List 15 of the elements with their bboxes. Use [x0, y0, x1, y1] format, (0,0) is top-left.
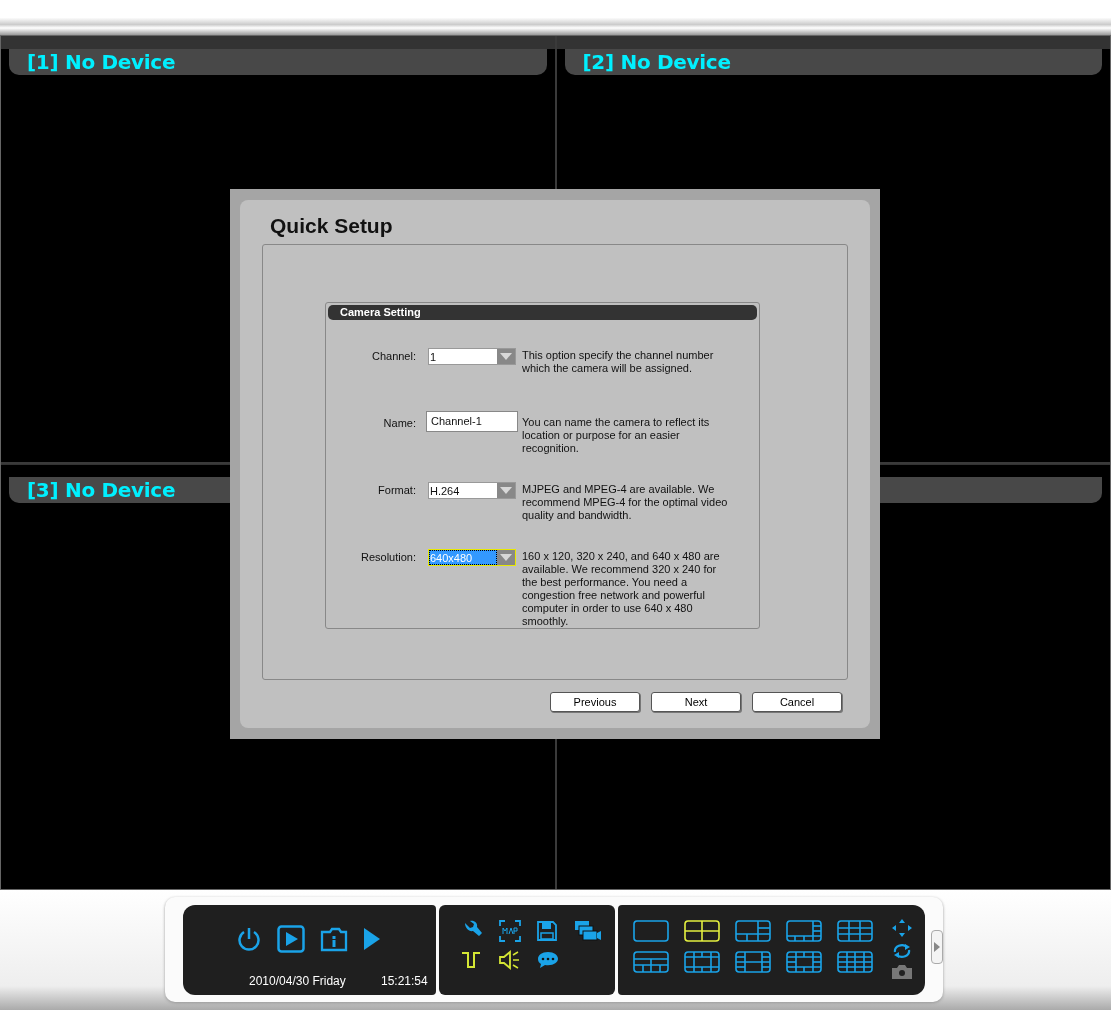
dialog-title: Quick Setup [269, 213, 394, 239]
cell-title: [1] No Device [27, 50, 176, 74]
field-label: Resolution: [359, 550, 416, 565]
field-description: This option specify the channel number which the camera will be assigned. [522, 348, 715, 376]
cell-title: [3] No Device [27, 477, 176, 502]
field-description: MJPEG and MPEG-4 are available. We recommend MPEG-4 for the optimal video quality and bandwidth. [522, 482, 729, 523]
cell-title: [2] No Device [582, 50, 731, 74]
field-label: Name: [382, 416, 416, 431]
time-text: 15:21:54 [380, 974, 428, 988]
field-label: Channel: [370, 349, 416, 364]
date-text: 2010/04/30 Friday [249, 974, 346, 988]
field-description: 160 x 120, 320 x 240, and 640 x 480 are available. We recommend 320 x 240 for the best performance. You need a congestion free network and powerful computer in order to use 640 x 480 smoothly. [522, 549, 721, 629]
field-label: Format: [377, 483, 416, 498]
section-header: Camera Setting [328, 305, 757, 320]
field-description: You can name the camera to reflect its location or purpose for an easier recognition. [522, 415, 711, 456]
